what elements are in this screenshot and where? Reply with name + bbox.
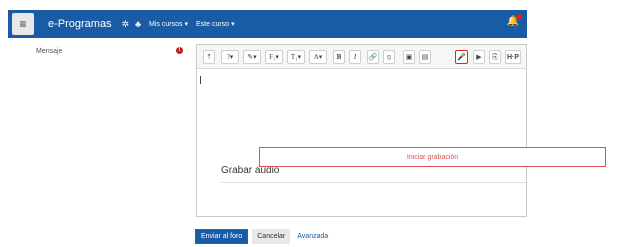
- hamburger-icon: ≡: [19, 17, 27, 31]
- menu-mis-cursos-label: Mis cursos: [149, 20, 183, 28]
- recorder-divider: [221, 182, 528, 183]
- start-recording-label: Iniciar grabación: [406, 153, 459, 161]
- form-actions: Enviar al foro Cancelar Avanzada: [195, 228, 328, 244]
- toolbar-record-video-button[interactable]: ▶: [473, 50, 485, 64]
- toolbar-link-button[interactable]: 🔗: [367, 50, 379, 64]
- gears-icon[interactable]: ✲: [122, 19, 130, 30]
- caret-down-icon: ▾: [231, 21, 235, 28]
- toolbar-style-button[interactable]: ✎▾: [243, 50, 261, 64]
- advanced-link[interactable]: Avanzada: [297, 233, 328, 240]
- message-editor[interactable]: ⤒ ?▾ ✎▾ F₁▾ T₁▾ A▾ B I 🔗 ⦸ ▣ ▤ 🎤 ▶ ⎘ H·P…: [196, 44, 528, 217]
- toolbar-bold-button[interactable]: B: [333, 50, 345, 64]
- cancel-button[interactable]: Cancelar: [252, 228, 291, 244]
- menu-este-curso[interactable]: Este curso ▾: [196, 20, 235, 29]
- menu-mis-cursos[interactable]: Mis cursos ▾: [149, 20, 188, 29]
- menu-este-curso-label: Este curso: [196, 20, 230, 28]
- notification-badge: [516, 14, 522, 20]
- toolbar-heading-button[interactable]: T₁▾: [287, 50, 305, 64]
- toolbar-media-button[interactable]: ▤: [419, 50, 431, 64]
- sitemap-icon[interactable]: ♣: [135, 19, 141, 29]
- start-recording-button[interactable]: Iniciar grabación: [259, 147, 606, 167]
- toolbar-italic-button[interactable]: I: [349, 50, 361, 64]
- toolbar-image-button[interactable]: ▣: [403, 50, 415, 64]
- page: ≡ e-Programas ✲ ♣ Mis cursos ▾ Este curso…: [0, 0, 632, 247]
- toolbar-unlink-button[interactable]: ⦸: [383, 50, 395, 64]
- menu-toggle-button[interactable]: ≡: [12, 13, 34, 35]
- required-icon: !: [176, 47, 183, 54]
- caret-down-icon: ▾: [184, 21, 188, 28]
- toolbar-copy-button[interactable]: ⎘: [489, 50, 501, 64]
- toolbar-toggle-button[interactable]: ⤒: [203, 50, 215, 64]
- text-cursor: [200, 76, 201, 84]
- toolbar-font-button[interactable]: F₁▾: [265, 50, 283, 64]
- toolbar-h5p-button[interactable]: H·P: [505, 50, 521, 64]
- editor-content[interactable]: Grabar audio: [197, 70, 528, 217]
- toolbar-record-audio-button[interactable]: 🎤: [455, 50, 468, 64]
- toolbar-color-button[interactable]: A▾: [309, 50, 327, 64]
- mensaje-label: Mensaje: [36, 48, 63, 55]
- editor-toolbar: ⤒ ?▾ ✎▾ F₁▾ T₁▾ A▾ B I 🔗 ⦸ ▣ ▤ 🎤 ▶ ⎘ H·P: [197, 45, 526, 69]
- submit-button[interactable]: Enviar al foro: [195, 228, 249, 244]
- toolbar-help-button[interactable]: ?▾: [221, 50, 239, 64]
- top-navbar: ≡ e-Programas ✲ ♣ Mis cursos ▾ Este curso…: [8, 10, 527, 38]
- site-brand[interactable]: e-Programas: [48, 18, 112, 30]
- notification-icon[interactable]: 🔔: [507, 14, 522, 27]
